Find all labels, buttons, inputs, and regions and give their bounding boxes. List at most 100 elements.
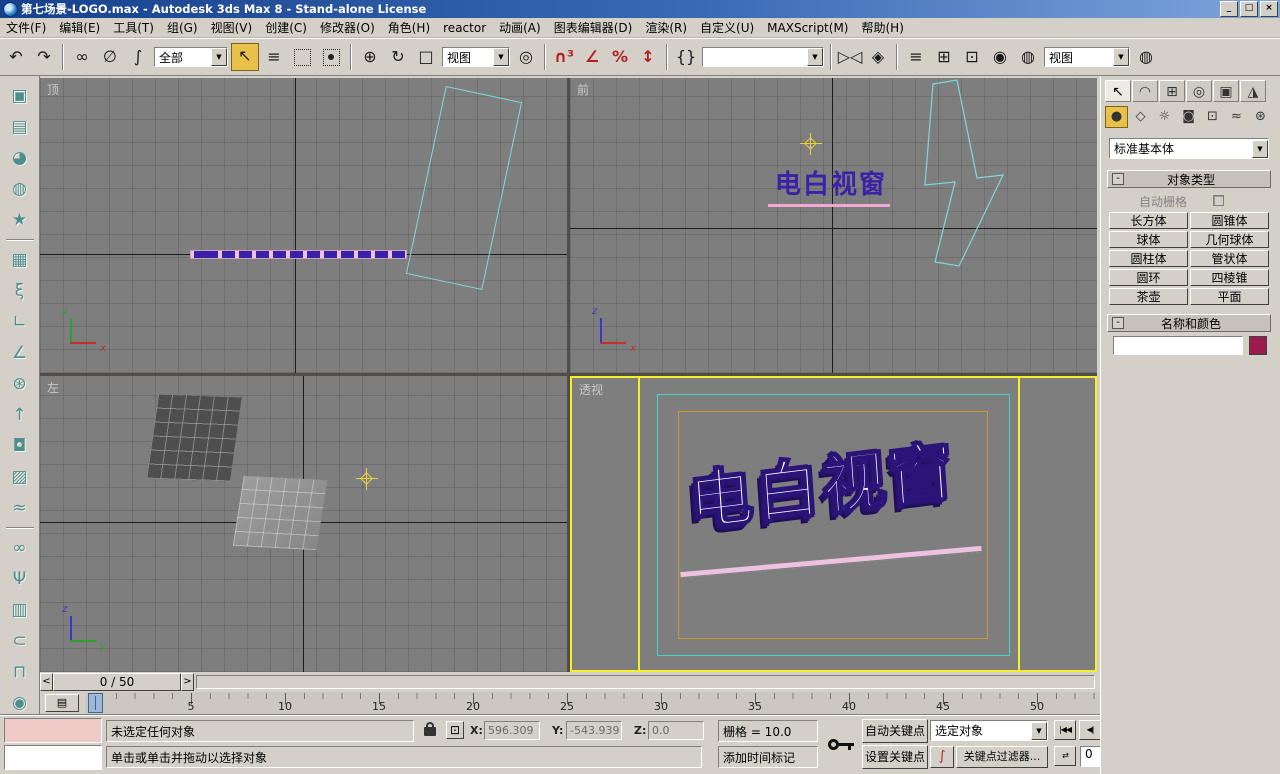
rope-collection-icon[interactable]: ◍ (7, 177, 33, 201)
helper-gizmo[interactable] (803, 136, 819, 152)
viewport-left-label[interactable]: 左 (47, 379, 59, 396)
dropdown-arrow-icon[interactable]: ▼ (1031, 722, 1047, 740)
reactor-motor-icon[interactable]: ⊛ (7, 372, 33, 396)
key-filters-button[interactable]: 关键点过滤器... (956, 746, 1048, 768)
select-and-move-icon[interactable]: ⊕ (357, 44, 383, 70)
reactor-spring-icon[interactable]: ξ (7, 279, 33, 303)
category-cameras[interactable]: ◙ (1177, 106, 1200, 128)
viewport-top[interactable]: 顶 y x (40, 78, 567, 373)
bind-to-space-warp-icon[interactable]: ∫ (125, 44, 151, 70)
window-crossing-icon[interactable] (323, 49, 340, 66)
category-lights[interactable]: ☼ (1153, 106, 1176, 128)
selection-filter-dropdown[interactable]: 全部 ▼ (154, 47, 228, 67)
tab-utilities[interactable]: ◮ (1240, 80, 1266, 102)
z-coordinate-field[interactable]: 0.0 (648, 721, 704, 740)
auto-key-button[interactable]: 自动关键点 (862, 719, 928, 743)
angle-snap-toggle-icon[interactable]: ∠ (579, 44, 605, 70)
reactor-plane-icon[interactable]: ▦ (7, 248, 33, 272)
maxscript-mini-listener-pink[interactable] (4, 718, 102, 743)
rectangular-selection-region-icon[interactable] (294, 49, 311, 66)
menu-item[interactable]: 编辑(E) (59, 19, 100, 36)
menu-item[interactable]: 帮助(H) (861, 19, 903, 36)
reactor-wind-icon[interactable]: ↑ (7, 403, 33, 427)
time-slider-track[interactable] (196, 675, 1095, 689)
category-helpers[interactable]: ⊡ (1201, 106, 1224, 128)
tab-display[interactable]: ▣ (1213, 80, 1239, 102)
restore-button[interactable]: □ (1240, 1, 1258, 17)
menu-item[interactable]: 自定义(U) (700, 19, 754, 36)
add-time-tag[interactable]: 添加时间标记 (718, 746, 818, 768)
previous-frame-button[interactable]: ◀| (1079, 720, 1101, 740)
tab-modify[interactable]: ◠ (1132, 80, 1158, 102)
primitive-button[interactable]: 平面 (1190, 288, 1269, 305)
primitive-button[interactable]: 圆锥体 (1190, 212, 1269, 229)
time-slider-handle[interactable] (88, 693, 103, 713)
named-selection-dropdown[interactable]: ▼ (702, 47, 824, 67)
previous-frame-arrow[interactable]: < (40, 673, 53, 691)
name-color-rollout[interactable]: - 名称和颜色 (1107, 314, 1271, 332)
fracture-icon[interactable]: ▨ (7, 465, 33, 489)
dropdown-arrow-icon[interactable]: ▼ (807, 48, 823, 66)
category-systems[interactable]: ⊛ (1249, 106, 1272, 128)
schematic-view-icon[interactable]: ⊡ (959, 44, 985, 70)
dropdown-arrow-icon[interactable]: ▼ (1252, 140, 1268, 158)
logo-text-front-view[interactable]: 电白视窗 (775, 164, 887, 201)
mirror-icon[interactable]: ▷◁ (837, 44, 863, 70)
minimize-button[interactable]: _ (1220, 1, 1238, 17)
use-pivot-center-icon[interactable]: ◎ (513, 44, 539, 70)
quick-render-icon[interactable]: ◍ (1133, 44, 1159, 70)
tab-motion[interactable]: ◎ (1186, 80, 1212, 102)
tab-create[interactable]: ↖ (1105, 80, 1131, 102)
select-and-link-icon[interactable]: ∞ (69, 44, 95, 70)
select-by-name-icon[interactable]: ≡ (261, 44, 287, 70)
toy-knot-icon[interactable]: ∞ (7, 536, 33, 560)
primitive-button[interactable]: 长方体 (1109, 212, 1188, 229)
shaded-object-dark[interactable] (146, 395, 241, 482)
selection-lock-icon[interactable] (424, 727, 436, 736)
render-scene-icon[interactable]: ◍ (1015, 44, 1041, 70)
dropdown-arrow-icon[interactable]: ▼ (493, 48, 509, 66)
render-type-dropdown[interactable]: 视图 ▼ (1044, 47, 1130, 67)
viewport-front[interactable]: 前 电白视窗 z x (570, 78, 1097, 373)
linear-dashpot-icon[interactable]: ∟ (7, 310, 33, 334)
category-shapes[interactable]: ◇ (1129, 106, 1152, 128)
constraint-icon[interactable]: ⊂ (7, 629, 33, 653)
select-object-icon[interactable]: ↖ (231, 43, 259, 71)
percent-snap-toggle-icon[interactable]: % (607, 44, 633, 70)
x-coordinate-field[interactable]: 596.309 (484, 721, 540, 740)
menu-item[interactable]: reactor (443, 21, 486, 35)
helper-gizmo[interactable] (359, 471, 375, 487)
set-key-mode-icon[interactable]: ∫ (930, 746, 954, 768)
spinner-snap-toggle-icon[interactable]: ↕ (635, 44, 661, 70)
camera-plane-wireframe[interactable] (406, 86, 522, 290)
menu-item[interactable]: 修改器(O) (320, 19, 375, 36)
viewport-top-label[interactable]: 顶 (47, 81, 59, 98)
set-key-button[interactable]: 设置关键点 (862, 745, 928, 769)
analyze-world-icon[interactable]: ◉ (7, 691, 33, 715)
open-mini-curve-editor-button[interactable]: ▤ (45, 694, 79, 712)
reactor-water-icon[interactable]: ≈ (7, 496, 33, 520)
primitive-button[interactable]: 球体 (1109, 231, 1188, 248)
category-space-warps[interactable]: ≈ (1225, 106, 1248, 128)
menu-item[interactable]: 组(G) (167, 19, 198, 36)
snap-toggle-3d-icon[interactable]: ∩³ (551, 44, 577, 70)
primitive-button[interactable]: 几何球体 (1190, 231, 1269, 248)
named-selection-sets-icon[interactable]: {} (673, 44, 699, 70)
menu-item[interactable]: 创建(C) (265, 19, 307, 36)
time-slider[interactable]: 0 / 50 (53, 673, 181, 691)
viewport-left[interactable]: 左 z y (40, 376, 567, 672)
next-frame-arrow[interactable]: > (181, 673, 194, 691)
dropdown-arrow-icon[interactable]: ▼ (1113, 48, 1129, 66)
unlink-selection-icon[interactable]: ∅ (97, 44, 123, 70)
toy-car-icon[interactable]: ◘ (7, 434, 33, 458)
close-button[interactable]: × (1260, 1, 1278, 17)
reference-coordinate-dropdown[interactable]: 视图 ▼ (442, 47, 510, 67)
object-type-rollout[interactable]: - 对象类型 (1107, 170, 1271, 188)
rigid-body-collection-icon[interactable]: ▣ (7, 84, 33, 108)
collapse-icon[interactable]: - (1112, 173, 1124, 185)
track-bar[interactable]: 05101520253035404550 (85, 692, 1145, 715)
soft-body-collection-icon[interactable]: ◕ (7, 146, 33, 170)
curve-editor-icon[interactable]: ⊞ (931, 44, 957, 70)
menu-item[interactable]: MAXScript(M) (767, 21, 848, 35)
absolute-mode-icon[interactable]: ⊡ (446, 721, 464, 739)
